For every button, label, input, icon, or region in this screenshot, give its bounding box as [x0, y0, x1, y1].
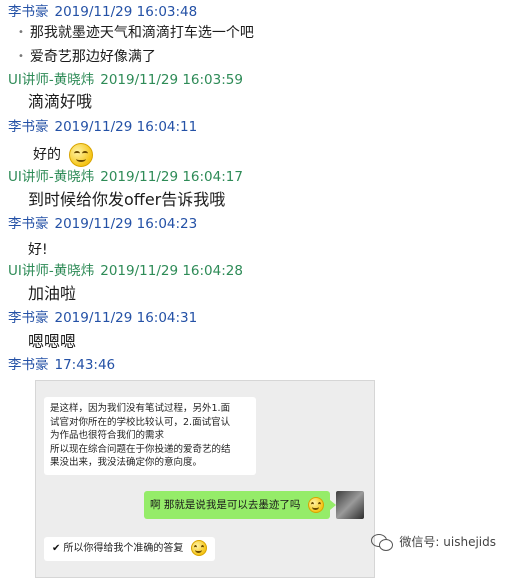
message-text: 啊 那就是说我是可以去墨迹了吗 — [150, 499, 301, 511]
sender-name: 李书豪 — [8, 119, 49, 135]
message-text: 爱奇艺那边好像满了 — [29, 49, 156, 65]
message-line: 所以现在综合问题在于你投递的爱奇艺的结 — [50, 443, 231, 455]
timestamp: 2019/11/29 16:03:48 — [54, 4, 198, 20]
sender-name: UI讲师-黄晓炜 — [8, 72, 95, 88]
bullet-icon: • — [18, 27, 24, 38]
message-text: 嗯嗯嗯 — [28, 332, 77, 351]
message-text: 那我就墨迹天气和滴滴打车选一个吧 — [29, 25, 254, 41]
message-text: 好的 — [33, 147, 61, 163]
timestamp: 2019/11/29 16:04:17 — [100, 169, 243, 185]
received-message-bubble: 是这样，因为我们没有笔试过程，另外1.面 试官对你所在的学校比较认可，2.面试官… — [44, 397, 256, 475]
message-text: 到时候给你发offer告诉我哦 — [28, 190, 226, 209]
watermark-label: 微信号: — [399, 534, 440, 549]
timestamp: 17:43:46 — [54, 357, 116, 373]
message-line: 果没出来，我没法确定你的意向度。 — [50, 457, 203, 468]
message-row: 好的 — [33, 143, 94, 167]
sender-name: 李书豪 — [8, 4, 49, 20]
wechat-icon — [371, 534, 394, 551]
message-header: 李书豪 2019/11/29 16:04:11 — [8, 119, 197, 136]
message-bullet-line: • 爱奇艺那边好像满了 — [18, 47, 156, 67]
message-header: UI讲师-黄晓炜 2019/11/29 16:04:17 — [8, 169, 243, 186]
message-line: 试官对你所在的学校比较认可，2.面试官认 — [50, 416, 231, 428]
sender-name: 李书豪 — [8, 357, 49, 373]
message-text: 好! — [28, 242, 48, 258]
message-header: 李书豪 2019/11/29 16:04:31 — [8, 310, 197, 327]
message-header: 李书豪 2019/11/29 16:03:48 — [8, 4, 197, 21]
message-line: 是这样，因为我们没有笔试过程，另外1.面 — [50, 403, 231, 414]
avatar — [336, 491, 364, 519]
embedded-chat-screenshot: 是这样，因为我们没有笔试过程，另外1.面 试官对你所在的学校比较认可，2.面试官… — [35, 380, 375, 578]
message-header: 李书豪 17:43:46 — [8, 357, 115, 374]
message-header: UI讲师-黄晓炜 2019/11/29 16:04:28 — [8, 263, 243, 280]
grin-emoji-icon — [307, 497, 324, 513]
timestamp: 2019/11/29 16:04:23 — [54, 216, 198, 232]
message-text: 加油啦 — [28, 284, 77, 303]
sender-name: UI讲师-黄晓炜 — [8, 169, 95, 185]
timestamp: 2019/11/29 16:04:28 — [100, 263, 243, 279]
watermark-value: uishejids — [443, 534, 496, 549]
check-icon: ✔ — [52, 543, 61, 554]
smile-emoji-icon — [69, 143, 94, 167]
message-text: 所以你得给我个准确的答复 — [63, 543, 184, 554]
message-text: 滴滴好哦 — [28, 92, 93, 111]
message-bullet-line: • 那我就墨迹天气和滴滴打车选一个吧 — [18, 23, 254, 43]
timestamp: 2019/11/29 16:04:31 — [54, 310, 198, 326]
sent-message-bubble: 啊 那就是说我是可以去墨迹了吗 — [144, 491, 336, 519]
bullet-icon: • — [18, 51, 24, 62]
timestamp: 2019/11/29 16:03:59 — [100, 72, 243, 88]
message-header: 李书豪 2019/11/29 16:04:23 — [8, 216, 197, 233]
wechat-watermark: 微信号: uishejids — [371, 533, 496, 551]
received-message-bubble: ✔ 所以你得给我个准确的答复 — [44, 537, 215, 561]
timestamp: 2019/11/29 16:04:11 — [54, 119, 198, 135]
sender-name: 李书豪 — [8, 216, 49, 232]
smile-emoji-icon — [190, 540, 207, 556]
sender-name: 李书豪 — [8, 310, 49, 326]
message-line: 为作品也很符合我们的需求 — [50, 430, 165, 441]
message-header: UI讲师-黄晓炜 2019/11/29 16:03:59 — [8, 72, 243, 89]
sender-name: UI讲师-黄晓炜 — [8, 263, 95, 279]
